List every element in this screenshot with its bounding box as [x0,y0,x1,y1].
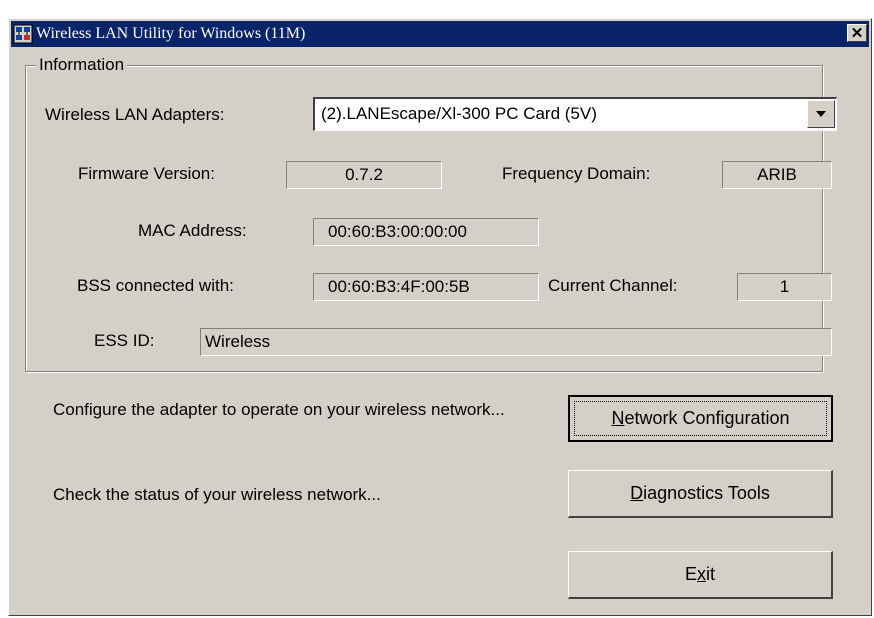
network-configuration-button[interactable]: Network Configuration [568,395,833,442]
exit-mnemonic: x [697,564,706,584]
window-title: Wireless LAN Utility for Windows (11M) [36,25,306,42]
bss-label: BSS connected with: [77,276,234,295]
information-group-label: Information [36,55,128,75]
bss-value: 00:60:B3:4F:00:5B [313,273,539,301]
mac-value: 00:60:B3:00:00:00 [313,218,539,246]
channel-label: Current Channel: [548,276,678,295]
channel-value: 1 [737,273,832,301]
close-icon: ✕ [850,24,864,42]
chevron-down-icon [816,111,826,117]
network-config-label: etwork Configuration [624,408,790,428]
configure-description: Configure the adapter to operate on your… [53,400,505,419]
frequency-label: Frequency Domain: [502,164,651,183]
essid-value: Wireless [200,328,832,356]
firmware-label: Firmware Version: [78,164,215,183]
frequency-value: ARIB [722,161,832,189]
close-button[interactable]: ✕ [847,24,867,42]
adapter-select[interactable]: (2).LANEscape/Xl-300 PC Card (5V) [313,97,837,131]
title-bar[interactable]: Wireless LAN Utility for Windows (11M) ✕ [11,21,869,47]
essid-label: ESS ID: [94,331,155,350]
diagnostics-label: iagnostics Tools [643,483,770,503]
adapter-select-value: (2).LANEscape/Xl-300 PC Card (5V) [321,104,597,123]
diagnostics-tools-button[interactable]: Diagnostics Tools [568,470,833,518]
firmware-value: 0.7.2 [286,161,442,189]
mac-label: MAC Address: [138,221,247,240]
exit-label-pre: E [684,564,697,584]
adapters-label: Wireless LAN Adapters: [45,105,225,124]
network-config-mnemonic: N [611,408,625,428]
adapter-dropdown-button[interactable] [807,100,835,128]
diagnostics-mnemonic: D [630,483,644,503]
status-description: Check the status of your wireless networ… [53,485,381,504]
exit-button[interactable]: Exit [568,551,833,599]
network-app-icon [13,24,33,44]
exit-label-post: it [706,564,715,584]
